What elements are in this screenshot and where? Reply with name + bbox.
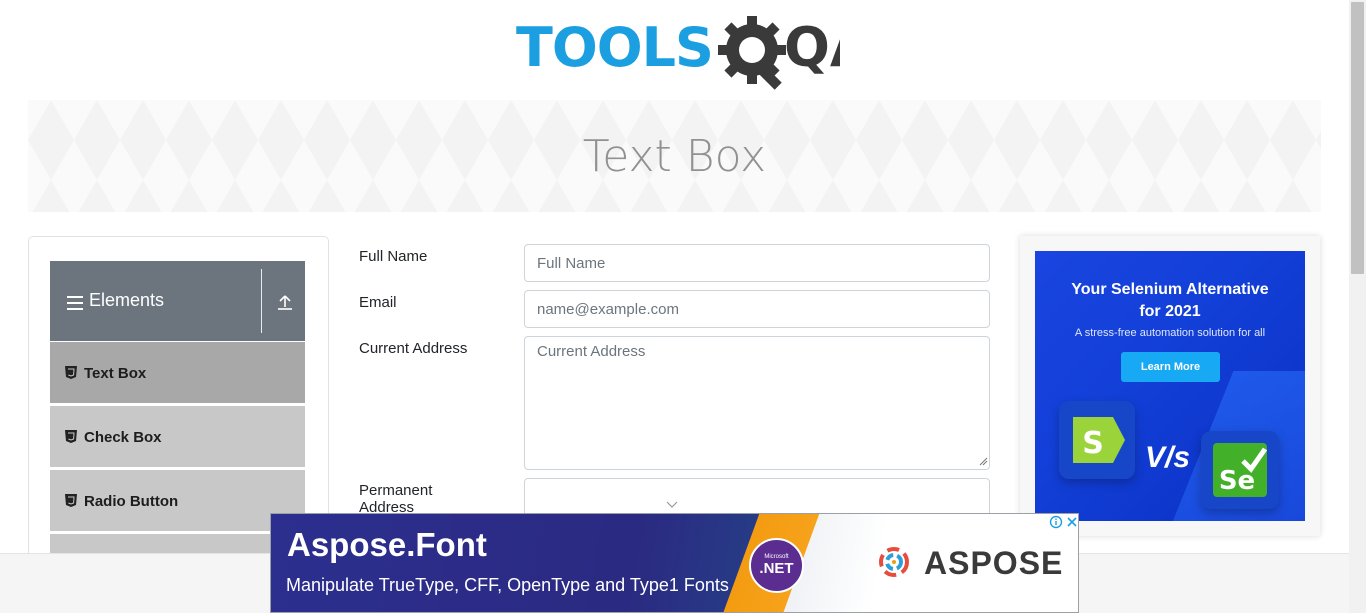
ad-title: Your Selenium Alternative for 2021 xyxy=(1035,279,1305,323)
permanent-address-label: Permanent Address xyxy=(359,482,432,516)
chevron-down-icon xyxy=(666,501,678,508)
page-title: Text Box xyxy=(582,130,767,182)
logo-text-tools: TOOLS xyxy=(516,16,713,79)
email-input[interactable] xyxy=(524,290,990,328)
close-icon[interactable] xyxy=(1065,515,1079,529)
current-address-textarea[interactable] xyxy=(524,336,990,470)
email-label: Email xyxy=(359,294,397,311)
menu-icon xyxy=(67,296,83,310)
collapse-icon[interactable] xyxy=(275,293,295,313)
html-icon xyxy=(65,494,77,507)
selenium-logo-icon: Se xyxy=(1201,431,1279,509)
logo-text-qa: QA xyxy=(784,16,840,79)
learn-more-button[interactable]: Learn More xyxy=(1121,352,1220,382)
vs-label: V/s xyxy=(1145,441,1191,474)
toolsqa-logo[interactable]: TOOLS QA xyxy=(514,14,840,92)
html-icon xyxy=(65,430,77,443)
selenium-alternative-ad[interactable]: Your Selenium Alternative for 2021 A str… xyxy=(1035,251,1305,521)
full-name-input[interactable] xyxy=(524,244,990,282)
ad-choices-icon[interactable] xyxy=(1049,515,1063,529)
katalon-logo-icon: S xyxy=(1059,401,1135,479)
aspose-font-ad[interactable]: Aspose.Font Manipulate TrueType, CFF, Op… xyxy=(270,513,1079,613)
full-name-label: Full Name xyxy=(359,248,428,265)
svg-text:S: S xyxy=(1082,426,1104,461)
resize-handle-icon[interactable] xyxy=(978,456,988,466)
sidebar-item-check-box[interactable]: Check Box xyxy=(50,406,305,468)
current-address-label: Current Address xyxy=(359,340,468,357)
scrollbar-thumb[interactable] xyxy=(1351,2,1364,274)
sidebar-item-label: Check Box xyxy=(84,429,162,446)
badge-main-text: .NET xyxy=(759,560,794,577)
sidebar-item-label: Text Box xyxy=(84,365,147,382)
scrollbar[interactable] xyxy=(1349,0,1366,613)
ad-title-line: Your Selenium Alternative xyxy=(1071,281,1269,298)
dotnet-badge: Microsoft .NET xyxy=(749,538,804,593)
ad-title-line: for 2021 xyxy=(1139,303,1201,320)
ad-subtitle: A stress-free automation solution for al… xyxy=(1074,327,1266,339)
divider xyxy=(261,269,262,333)
gear-icon xyxy=(718,16,786,90)
ad-title: Aspose.Font xyxy=(287,526,487,563)
permanent-address-textarea[interactable] xyxy=(524,478,990,518)
html-icon xyxy=(65,366,77,379)
aspose-brand: ASPOSE xyxy=(924,545,1064,581)
sidebar-item-radio-button[interactable]: Radio Button xyxy=(50,470,305,532)
sidebar-item-label: Radio Button xyxy=(84,493,179,510)
sidebar-item-text-box[interactable]: Text Box xyxy=(50,342,305,404)
page-banner: Text Box xyxy=(28,100,1321,212)
label-line: Permanent xyxy=(359,482,433,499)
elements-group-header[interactable]: Elements xyxy=(50,261,305,341)
ad-subtitle: Manipulate TrueType, CFF, OpenType and T… xyxy=(286,575,729,595)
page: TOOLS QA Text Box Elements xyxy=(0,0,1366,613)
group-title: Elements xyxy=(89,290,165,310)
aspose-logo-icon xyxy=(879,547,909,577)
